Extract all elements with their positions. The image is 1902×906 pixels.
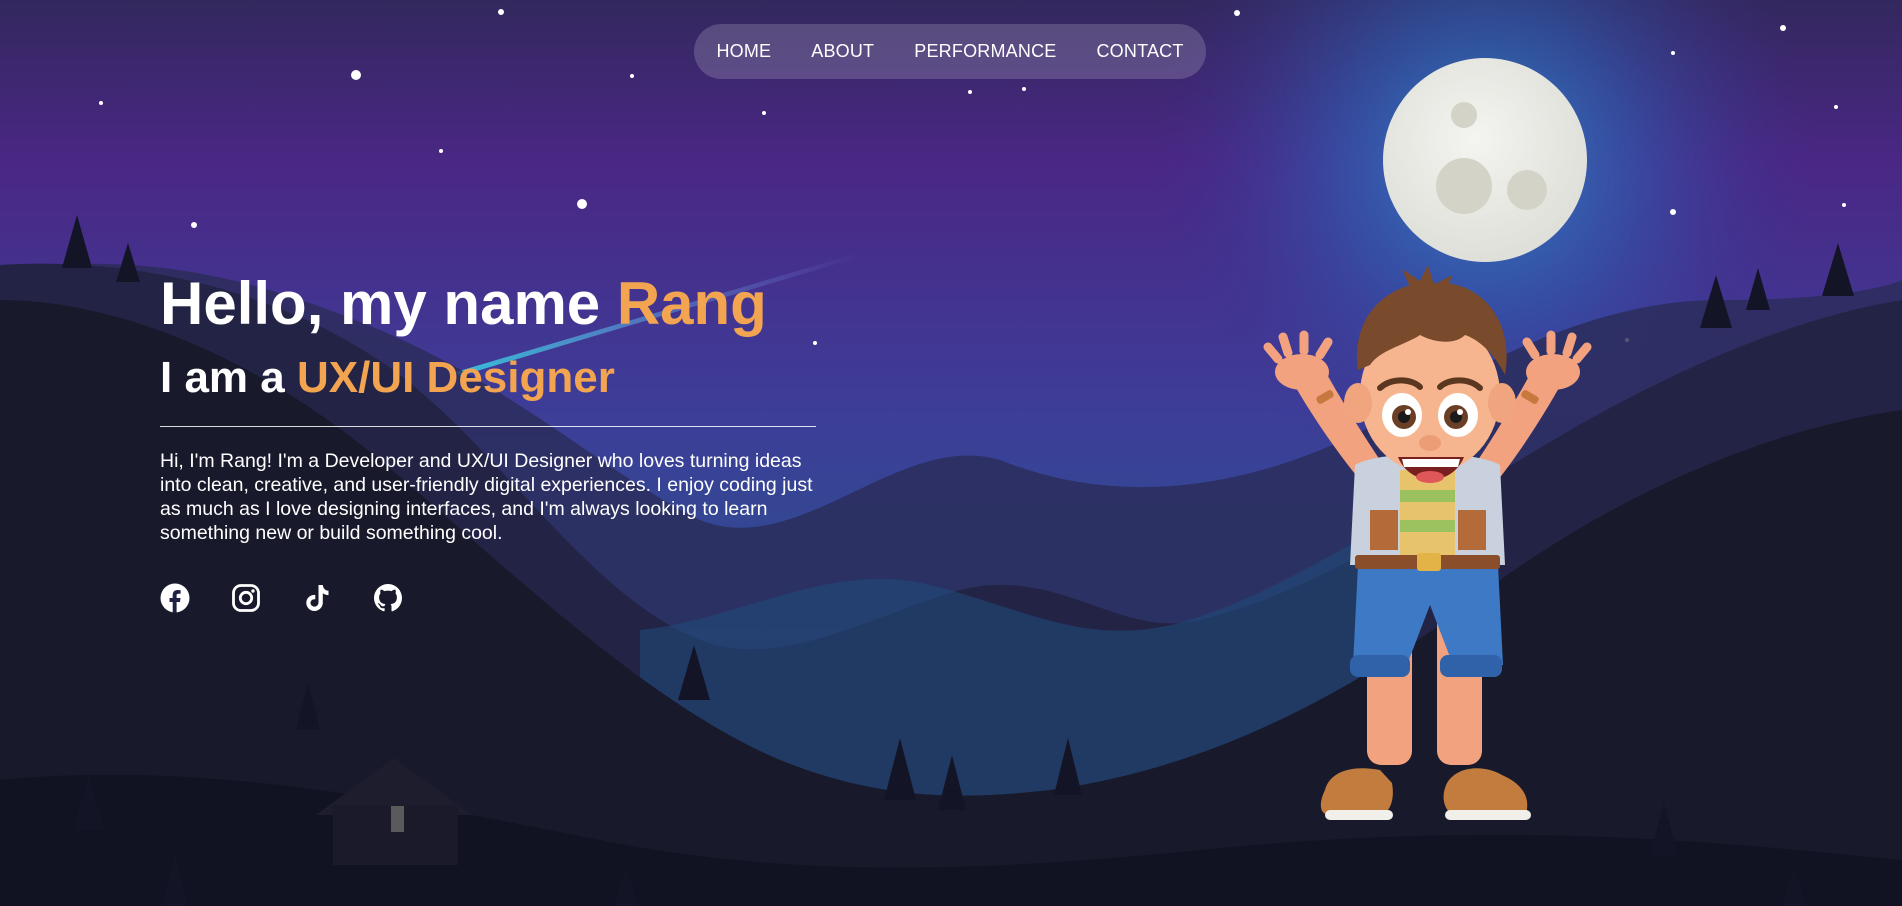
role-title: UX/UI Designer bbox=[296, 353, 615, 402]
hero-greeting: Hello, my name Rang bbox=[160, 268, 816, 340]
github-link[interactable] bbox=[373, 583, 403, 613]
instagram-icon bbox=[231, 583, 261, 613]
nav-contact-link[interactable]: CONTACT bbox=[1096, 41, 1183, 62]
social-links bbox=[160, 583, 816, 613]
main-nav: HOME ABOUT PERFORMANCE CONTACT bbox=[694, 24, 1206, 79]
instagram-link[interactable] bbox=[231, 583, 261, 613]
tiktok-icon bbox=[302, 583, 332, 613]
nav-home-link[interactable]: HOME bbox=[716, 41, 771, 62]
greeting-prefix: Hello, my name bbox=[160, 270, 617, 337]
facebook-icon bbox=[160, 583, 190, 613]
cartoon-boy-illustration bbox=[1230, 265, 1625, 845]
hero-bio: Hi, I'm Rang! I'm a Developer and UX/UI … bbox=[160, 450, 813, 544]
role-prefix: I am a bbox=[160, 353, 297, 402]
nav-performance-link[interactable]: PERFORMANCE bbox=[914, 41, 1056, 62]
github-icon bbox=[373, 583, 403, 613]
facebook-link[interactable] bbox=[160, 583, 190, 613]
hero-role: I am a UX/UI Designer bbox=[160, 350, 816, 406]
hero-divider bbox=[160, 426, 816, 427]
hero-name: Rang bbox=[616, 270, 767, 337]
nav-about-link[interactable]: ABOUT bbox=[811, 41, 874, 62]
hero-section: Hello, my name Rang I am a UX/UI Designe… bbox=[160, 268, 816, 613]
tiktok-link[interactable] bbox=[302, 583, 332, 613]
